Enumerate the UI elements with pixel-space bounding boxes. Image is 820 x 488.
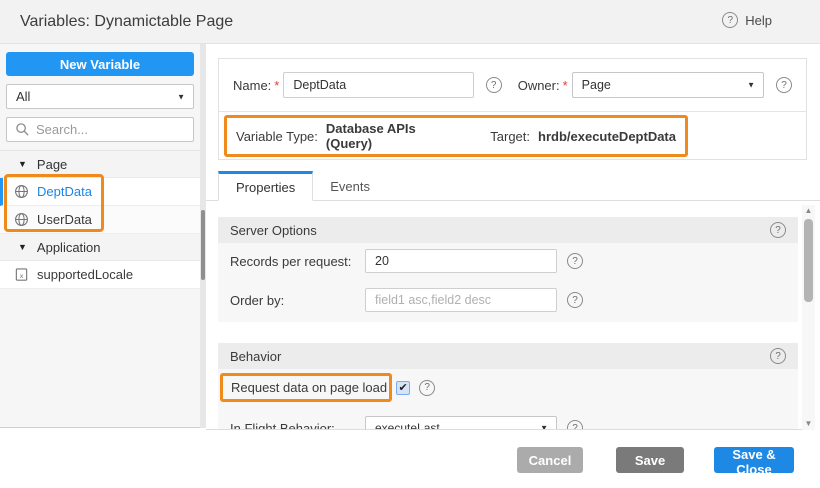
caret-down-icon: ▼: [540, 424, 548, 431]
variable-type-value: Database APIs (Query): [326, 121, 438, 151]
server-options-body: Records per request: ? Order by: ?: [218, 243, 798, 322]
tree-item-label: UserData: [37, 212, 92, 227]
variables-tree: ▼ Page DeptData UserData: [0, 150, 200, 289]
main-scrollbar[interactable]: ▲ ▼: [802, 205, 815, 430]
name-help-icon[interactable]: ?: [486, 77, 502, 93]
editor-tabs: Properties Events: [218, 170, 814, 201]
search-input[interactable]: [36, 122, 176, 137]
owner-help-icon[interactable]: ?: [776, 77, 792, 93]
server-options-help-icon[interactable]: ?: [770, 222, 786, 238]
caret-down-icon: ▼: [747, 81, 755, 90]
name-label: Name:: [233, 78, 271, 93]
variable-summary-card: Name: * ? Owner: * Page ▼ ? Variable Typ…: [218, 58, 807, 160]
variable-search[interactable]: [6, 117, 194, 142]
tree-item-label: supportedLocale: [37, 267, 133, 282]
divider: [219, 111, 806, 112]
main-scrollbar-thumb[interactable]: [804, 219, 813, 302]
service-variable-globe-icon: [14, 212, 29, 227]
tab-properties[interactable]: Properties: [218, 171, 313, 201]
order-by-input[interactable]: [365, 288, 557, 312]
save-button[interactable]: Save: [616, 447, 684, 473]
model-variable-icon: x: [14, 267, 29, 282]
variables-dialog: Variables: Dynamictable Page ? Help New …: [0, 0, 820, 488]
order-by-label: Order by:: [230, 293, 365, 308]
cancel-button[interactable]: Cancel: [517, 447, 583, 473]
target-value: hrdb/executeDeptData: [538, 129, 676, 144]
required-asterisk: *: [274, 78, 279, 93]
server-options-title: Server Options: [230, 223, 770, 238]
name-input[interactable]: [283, 72, 473, 98]
annotation-highlight-request-on-load: Request data on page load ✔ ?: [220, 373, 392, 402]
variable-editor-panel: Name: * ? Owner: * Page ▼ ? Variable Typ…: [206, 44, 820, 430]
tree-group-label: Application: [37, 240, 101, 255]
dialog-header: Variables: Dynamictable Page ? Help: [0, 0, 820, 44]
scroll-down-icon[interactable]: ▼: [802, 418, 815, 430]
help-label: Help: [745, 13, 772, 28]
inflight-help-icon[interactable]: ?: [567, 420, 583, 430]
variable-filter-select[interactable]: All ▼: [6, 84, 194, 109]
inflight-behavior-label: In Flight Behavior:: [230, 421, 365, 431]
behavior-title: Behavior: [230, 349, 770, 364]
owner-label: Owner:: [518, 78, 560, 93]
collapse-arrow-icon: ▼: [18, 159, 27, 169]
caret-down-icon: ▼: [177, 92, 185, 101]
variables-sidebar: New Variable All ▼ ▼ Page: [0, 44, 200, 428]
new-variable-button[interactable]: New Variable: [6, 52, 194, 76]
search-icon: [15, 122, 30, 137]
tree-group-application[interactable]: ▼ Application: [0, 234, 200, 261]
svg-text:x: x: [20, 272, 24, 280]
tree-group-page[interactable]: ▼ Page: [0, 151, 200, 178]
service-variable-globe-icon: [14, 184, 29, 199]
annotation-highlight-variable-type: Variable Type: Database APIs (Query) Tar…: [224, 115, 688, 157]
properties-scroll-area: Server Options ? Records per request: ? …: [206, 201, 802, 430]
order-by-help-icon[interactable]: ?: [567, 292, 583, 308]
inflight-behavior-select[interactable]: executeLast ▼: [365, 416, 557, 430]
tree-item-supportedlocale[interactable]: x supportedLocale: [0, 261, 200, 289]
page-title: Variables: Dynamictable Page: [20, 13, 233, 31]
behavior-body: Request data on page load ✔ ? In Flight …: [218, 369, 798, 430]
inflight-behavior-value: executeLast: [375, 421, 440, 430]
variable-type-label: Variable Type:: [236, 129, 318, 144]
scroll-up-icon[interactable]: ▲: [802, 205, 815, 217]
help-question-icon: ?: [722, 12, 738, 28]
owner-select[interactable]: Page ▼: [572, 72, 764, 98]
behavior-header: Behavior ?: [218, 343, 798, 369]
server-options-header: Server Options ?: [218, 217, 798, 243]
tree-group-label: Page: [37, 157, 67, 172]
name-owner-row: Name: * ? Owner: * Page ▼ ?: [219, 59, 806, 111]
collapse-arrow-icon: ▼: [18, 242, 27, 252]
save-and-close-button[interactable]: Save & Close: [714, 447, 794, 473]
tree-item-label: DeptData: [37, 184, 92, 199]
tree-item-userdata[interactable]: UserData: [0, 206, 200, 234]
request-on-load-checkbox[interactable]: ✔: [396, 381, 410, 395]
sidebar-scrollbar-thumb[interactable]: [201, 210, 205, 280]
inflight-behavior-row: In Flight Behavior: executeLast ▼ ?: [218, 416, 798, 430]
records-per-request-input[interactable]: [365, 249, 557, 273]
behavior-help-icon[interactable]: ?: [770, 348, 786, 364]
tree-item-deptdata[interactable]: DeptData: [0, 178, 200, 206]
target-label: Target:: [490, 129, 530, 144]
records-per-request-label: Records per request:: [230, 254, 365, 269]
tab-events[interactable]: Events: [313, 171, 387, 201]
request-on-load-help-icon[interactable]: ?: [419, 380, 435, 396]
required-asterisk: *: [563, 78, 568, 93]
request-on-load-label: Request data on page load: [231, 380, 387, 395]
records-help-icon[interactable]: ?: [567, 253, 583, 269]
owner-select-value: Page: [582, 78, 611, 92]
records-per-request-row: Records per request: ?: [218, 249, 798, 273]
variable-filter-value: All: [16, 89, 30, 104]
help-link[interactable]: ? Help: [722, 12, 772, 28]
order-by-row: Order by: ?: [218, 288, 798, 312]
